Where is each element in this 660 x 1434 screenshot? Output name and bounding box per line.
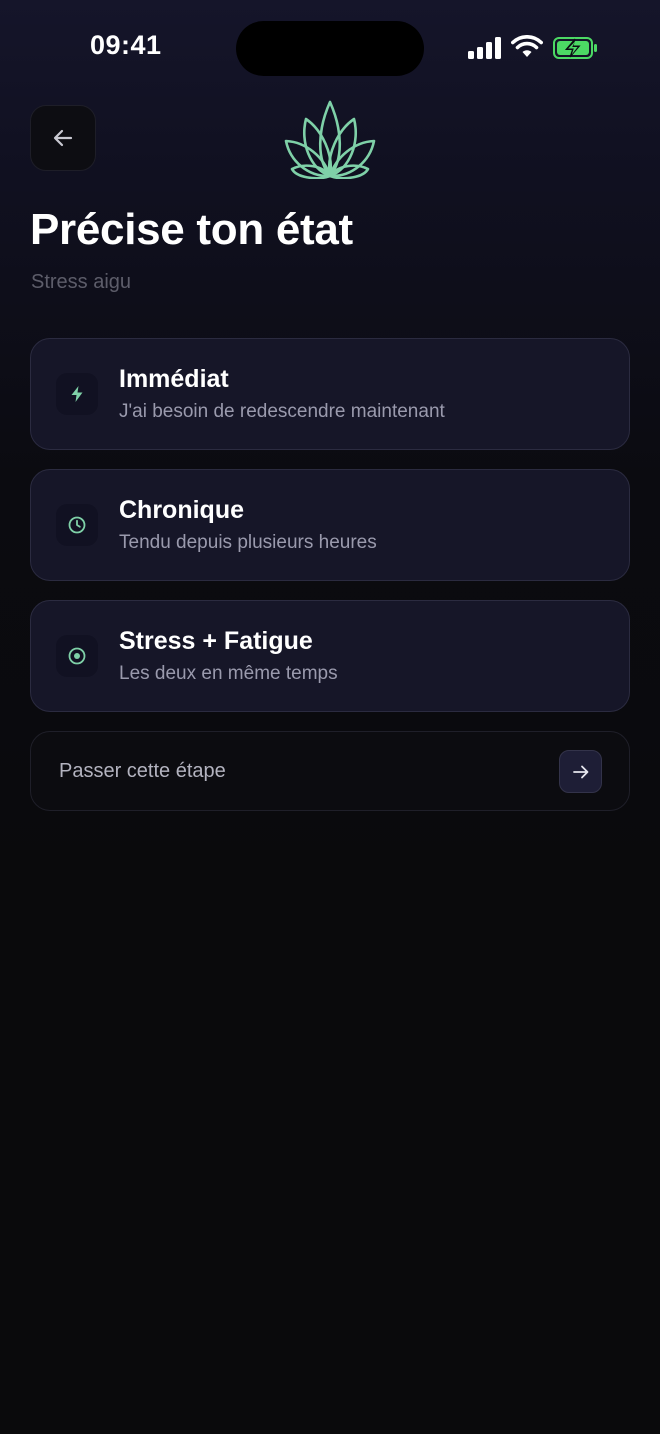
option-icon-box (56, 373, 98, 415)
skip-arrow-button[interactable] (559, 750, 602, 793)
option-label: Immédiat (119, 365, 229, 393)
option-description: Tendu depuis plusieurs heures (119, 532, 377, 553)
signal-icon (468, 37, 501, 59)
lightning-icon (71, 386, 83, 402)
status-bar: 09:41 (0, 0, 660, 96)
option-description: J'ai besoin de redescendre maintenant (119, 401, 445, 422)
battery-charging-icon (553, 37, 597, 59)
back-button[interactable] (30, 105, 96, 171)
option-label: Stress + Fatigue (119, 627, 313, 655)
status-time: 09:41 (90, 30, 162, 60)
skip-step-button[interactable]: Passer cette étape (30, 731, 630, 811)
option-icon-box (56, 635, 98, 677)
page-subtitle: Stress aigu (31, 271, 132, 293)
option-chronic[interactable]: Chronique Tendu depuis plusieurs heures (30, 469, 630, 581)
clock-icon (68, 516, 86, 534)
arrow-left-icon (53, 129, 73, 147)
option-label: Chronique (119, 496, 244, 524)
wifi-icon (511, 35, 543, 57)
skip-label: Passer cette étape (59, 760, 226, 782)
option-icon-box (56, 504, 98, 546)
target-icon (68, 647, 86, 665)
page-title: Précise ton état (30, 205, 353, 254)
lotus-logo-icon (284, 100, 376, 179)
dynamic-island (236, 21, 424, 76)
screen: 09:41 Précise ton état Stress aigu Imméd… (0, 0, 660, 1434)
option-description: Les deux en même temps (119, 663, 338, 684)
arrow-right-icon (572, 765, 588, 778)
option-stress-fatigue[interactable]: Stress + Fatigue Les deux en même temps (30, 600, 630, 712)
option-immediate[interactable]: Immédiat J'ai besoin de redescendre main… (30, 338, 630, 450)
